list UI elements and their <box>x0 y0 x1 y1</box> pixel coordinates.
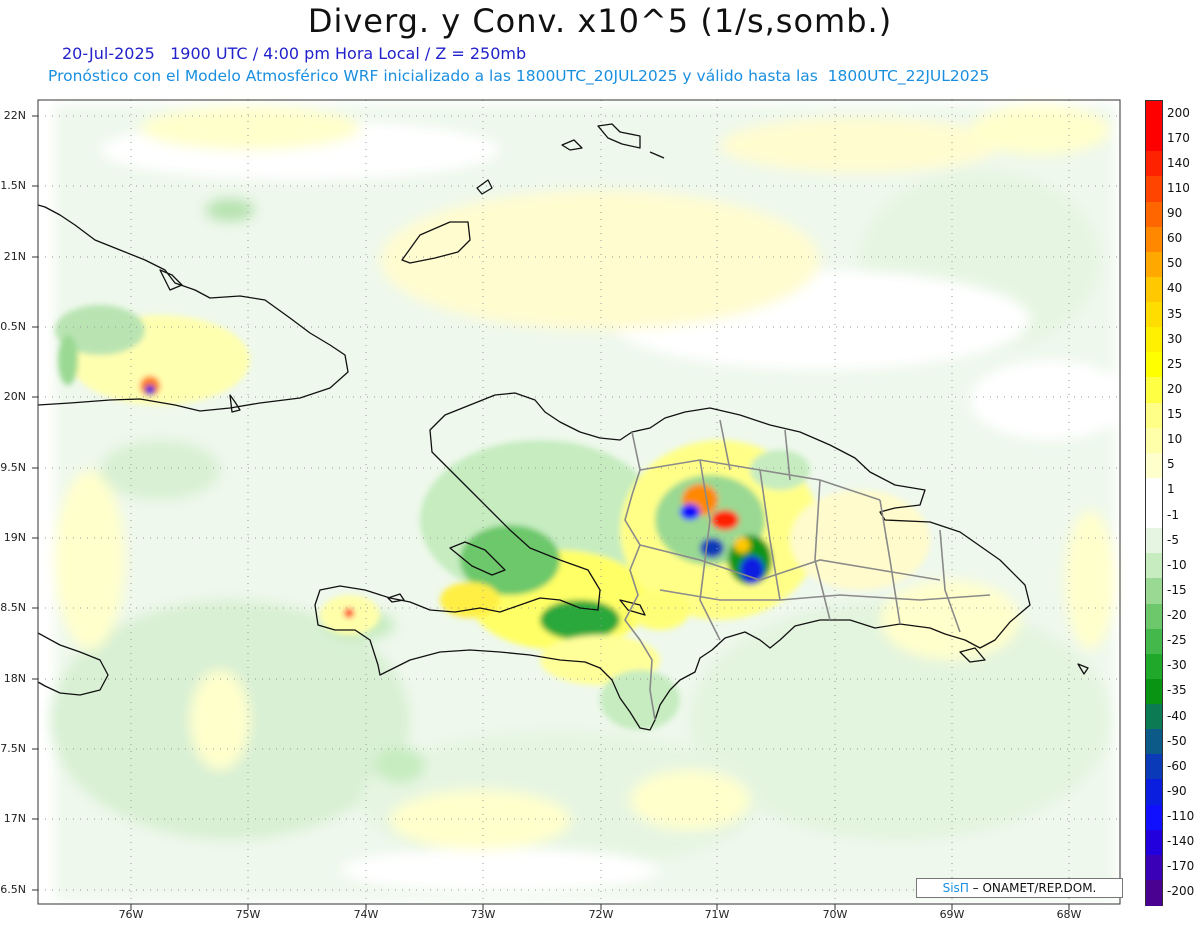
colorbar-segment <box>1146 377 1162 403</box>
colorbar-segment <box>1146 201 1162 228</box>
colorbar-tick-label: -5 <box>1167 532 1179 547</box>
colorbar-segment <box>1146 854 1162 881</box>
credit-box: SisΠ – ONAMET/REP.DOM. <box>916 878 1123 898</box>
lon-label: 70W <box>822 908 848 921</box>
colorbar-segment <box>1146 151 1162 177</box>
lat-label: 0.5N <box>0 320 26 333</box>
colorbar-tick-label: -60 <box>1167 758 1187 773</box>
colorbar-tick-label: 10 <box>1167 432 1183 447</box>
lat-label: 21N <box>3 250 26 263</box>
colorbar-segment <box>1146 427 1162 454</box>
lat-label: 7.5N <box>0 742 26 755</box>
colorbar-segment <box>1146 452 1162 479</box>
colorbar-tick-label: -170 <box>1167 859 1195 874</box>
colorbar-segment <box>1146 352 1162 378</box>
colorbar-segment <box>1146 879 1162 906</box>
colorbar-segment <box>1146 804 1162 831</box>
colorbar-segment <box>1146 226 1162 253</box>
lon-label: 72W <box>588 908 614 921</box>
lat-label: 20N <box>3 390 26 403</box>
colorbar-segment <box>1146 126 1162 152</box>
lat-label: 18N <box>3 672 26 685</box>
colorbar-segment <box>1146 302 1162 328</box>
lon-label: 69W <box>939 908 965 921</box>
colorbar-segment <box>1146 553 1162 579</box>
colorbar-segment <box>1146 603 1162 630</box>
lon-label: 75W <box>235 908 261 921</box>
lon-label: 73W <box>470 908 496 921</box>
lat-label: 6.5N <box>0 883 26 896</box>
colorbar-tick-label: 170 <box>1167 130 1190 145</box>
lon-label: 74W <box>353 908 379 921</box>
colorbar-tick-label: -40 <box>1167 708 1187 723</box>
colorbar-tick-label: 25 <box>1167 356 1183 371</box>
colorbar-tick-label: 140 <box>1167 155 1190 170</box>
colorbar-tick-label: -110 <box>1167 809 1195 824</box>
colorbar-tick-label: 110 <box>1167 180 1190 195</box>
lat-label: 19N <box>3 531 26 544</box>
colorbar-segment <box>1146 477 1162 504</box>
colorbar-tick-label: 35 <box>1167 306 1183 321</box>
colorbar-tick-label: -1 <box>1167 507 1179 522</box>
lon-label: 71W <box>704 908 730 921</box>
colorbar-tick-label: 15 <box>1167 407 1183 422</box>
lon-label: 68W <box>1056 908 1082 921</box>
lat-label: 1.5N <box>0 179 26 192</box>
colorbar-tick-label: -25 <box>1167 633 1187 648</box>
colorbar-segment <box>1146 704 1162 730</box>
colorbar-tick-label: 1 <box>1167 482 1175 497</box>
colorbar-segment <box>1146 251 1162 278</box>
credit-text: – ONAMET/REP.DOM. <box>968 881 1097 895</box>
lat-label: 9.5N <box>0 461 26 474</box>
colorbar-segment <box>1146 779 1162 805</box>
colorbar-tick-label: -30 <box>1167 658 1187 673</box>
colorbar-tick-label: -20 <box>1167 608 1187 623</box>
lon-label: 76W <box>118 908 144 921</box>
colorbar-segment <box>1146 101 1162 127</box>
colorbar <box>1145 100 1163 906</box>
colorbar-tick-label: 30 <box>1167 331 1183 346</box>
lat-label: 22N <box>3 109 26 122</box>
colorbar-segment <box>1146 653 1162 680</box>
colorbar-tick-label: 90 <box>1167 206 1183 221</box>
colorbar-segment <box>1146 402 1162 429</box>
colorbar-tick-label: -140 <box>1167 834 1195 849</box>
colorbar-segment <box>1146 628 1162 655</box>
colorbar-tick-label: -200 <box>1167 884 1195 899</box>
colorbar-segment <box>1146 528 1162 554</box>
colorbar-tick-label: -35 <box>1167 683 1187 698</box>
divergence-map <box>32 99 1130 910</box>
lat-label: 8.5N <box>0 601 26 614</box>
colorbar-segment <box>1146 729 1162 755</box>
colorbar-segment <box>1146 829 1162 856</box>
colorbar-tick-label: -90 <box>1167 783 1187 798</box>
colorbar-tick-label: 20 <box>1167 381 1183 396</box>
colorbar-segment <box>1146 176 1162 202</box>
colorbar-tick-label: 50 <box>1167 256 1183 271</box>
colorbar-tick-label: -15 <box>1167 582 1187 597</box>
colorbar-segment <box>1146 678 1162 705</box>
sispi-logo-text: SisΠ <box>942 881 969 895</box>
colorbar-segment <box>1146 503 1162 529</box>
colorbar-tick-label: 60 <box>1167 231 1183 246</box>
colorbar-segment <box>1146 327 1162 353</box>
colorbar-segment <box>1146 578 1162 604</box>
colorbar-tick-label: 200 <box>1167 105 1190 120</box>
lat-label: 17N <box>3 812 26 825</box>
colorbar-tick-label: 5 <box>1167 457 1175 472</box>
colorbar-tick-label: -50 <box>1167 733 1187 748</box>
colorbar-segment <box>1146 754 1162 780</box>
colorbar-segment <box>1146 276 1162 303</box>
colorbar-tick-label: -10 <box>1167 557 1187 572</box>
colorbar-tick-label: 40 <box>1167 281 1183 296</box>
